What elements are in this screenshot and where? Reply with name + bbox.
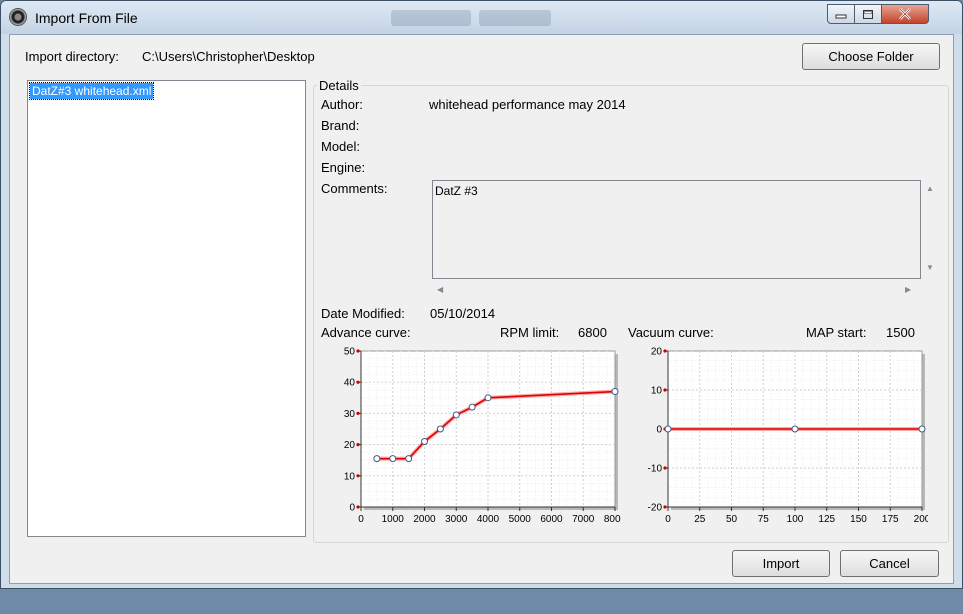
scroll-right-icon[interactable]: ▶ [905,285,911,294]
advance-curve-label: Advance curve: [321,325,411,340]
scroll-left-icon[interactable]: ◀ [437,285,443,294]
background-blur [391,10,471,26]
advance-data-point [389,455,397,463]
date-modified-label: Date Modified: [321,306,405,321]
date-modified-value: 05/10/2014 [430,306,496,321]
advance-data-point [436,425,444,433]
vacuum-x-tick-label: 25 [694,514,706,525]
cancel-button[interactable]: Cancel [840,550,939,577]
vacuum-y-tick-label: -10 [648,464,663,475]
advance-data-point [421,437,428,445]
advance-data-point [611,388,619,396]
advance-x-tick-label: 5000 [509,514,532,525]
advance-y-tick-dot [356,349,360,353]
rpm-limit-label: RPM limit: [500,325,560,340]
vacuum-y-tick-dot [663,388,667,392]
advance-data-point [484,394,492,402]
advance-data-point [405,455,413,463]
list-item[interactable]: DatZ#3 whitehead.xml [28,82,155,100]
vacuum-x-tick-label: 0 [665,514,671,525]
advance-x-tick-label: 8000 [604,514,621,525]
import-directory-label: Import directory: [25,49,119,64]
brand-label: Brand: [321,118,360,133]
advance-y-tick-dot [356,443,360,447]
advance-y-tick-label: 0 [349,503,355,514]
vacuum-curve-label: Vacuum curve: [628,325,714,340]
advance-y-tick-dot [356,411,360,415]
vacuum-y-tick-dot [663,505,667,509]
close-button[interactable] [881,4,929,24]
vacuum-x-tick-label: 125 [818,514,835,525]
advance-data-point [452,411,460,419]
advance-x-tick-label: 1000 [382,514,405,525]
advance-x-tick-label: 0 [358,514,364,525]
advance-y-tick-label: 20 [344,440,356,451]
vacuum-y-tick-dot [663,466,667,470]
vacuum-data-point [664,425,672,433]
file-list[interactable]: DatZ#3 whitehead.xml [27,80,306,537]
advance-y-tick-label: 10 [344,471,356,482]
maximize-button[interactable] [854,4,882,24]
vacuum-x-tick-label: 175 [882,514,899,525]
title-bar[interactable]: Import From File [1,1,962,34]
author-label: Author: [321,97,363,112]
advance-x-tick-label: 2000 [413,514,436,525]
map-start-label: MAP start: [806,325,867,340]
advance-x-tick-label: 6000 [540,514,563,525]
vacuum-y-tick-label: 0 [656,425,662,436]
choose-folder-button[interactable]: Choose Folder [802,43,940,70]
engine-label: Engine: [321,160,366,175]
import-directory-path: C:\Users\Christopher\Desktop [142,49,315,64]
advance-data-point [373,455,381,463]
comments-box[interactable]: DatZ #3 [432,180,921,279]
advance-y-tick-dot [356,474,360,478]
vacuum-y-tick-label: -20 [648,503,663,514]
advance-y-tick-label: 50 [344,347,356,358]
maximize-icon [863,9,873,19]
vacuum-x-tick-label: 150 [850,514,867,525]
scroll-up-icon[interactable]: ▲ [926,184,934,193]
scroll-down-icon[interactable]: ▼ [926,263,934,272]
advance-y-tick-dot [356,505,360,509]
vacuum-curve-chart[interactable]: 0 25 50 75 100 125 150 175 200 -20 -10 0 10 20 [628,343,928,528]
close-icon [899,8,911,20]
details-title: Details [317,78,361,93]
vacuum-y-tick-label: 10 [651,386,663,397]
vacuum-x-tick-label: 200 [914,514,928,525]
advance-x-tick-label: 4000 [477,514,500,525]
vacuum-data-point [791,425,799,433]
advance-data-point [468,403,476,411]
background-blur [479,10,551,26]
dialog-client: Import directory: C:\Users\Christopher\D… [9,34,954,584]
import-button[interactable]: Import [732,550,830,577]
minimize-icon [835,14,847,19]
model-label: Model: [321,139,361,154]
comments-label: Comments: [321,181,388,196]
advance-x-tick-label: 3000 [445,514,468,525]
vacuum-x-tick-label: 75 [758,514,770,525]
author-value: whitehead performance may 2014 [429,97,626,112]
advance-curve-chart[interactable]: 0 1000 2000 3000 4000 5000 6000 7000 8000 0 10 20 30… [321,343,621,528]
vacuum-x-tick-label: 100 [787,514,804,525]
minimize-button[interactable] [827,4,855,24]
vacuum-y-tick-dot [663,349,667,353]
advance-x-tick-label: 7000 [572,514,595,525]
advance-y-tick-label: 30 [344,409,356,420]
vacuum-y-tick-label: 20 [651,347,663,358]
comments-text: DatZ #3 [435,184,478,198]
vacuum-x-tick-label: 50 [726,514,738,525]
app-icon [10,9,26,25]
rpm-limit-value: 6800 [578,325,607,340]
advance-y-tick-label: 40 [344,378,356,389]
window-title: Import From File [35,10,138,26]
import-window: Import From File Import directory: C:\Us… [0,0,963,589]
advance-y-tick-dot [356,380,360,384]
vacuum-data-point [918,425,926,433]
map-start-value: 1500 [886,325,915,340]
